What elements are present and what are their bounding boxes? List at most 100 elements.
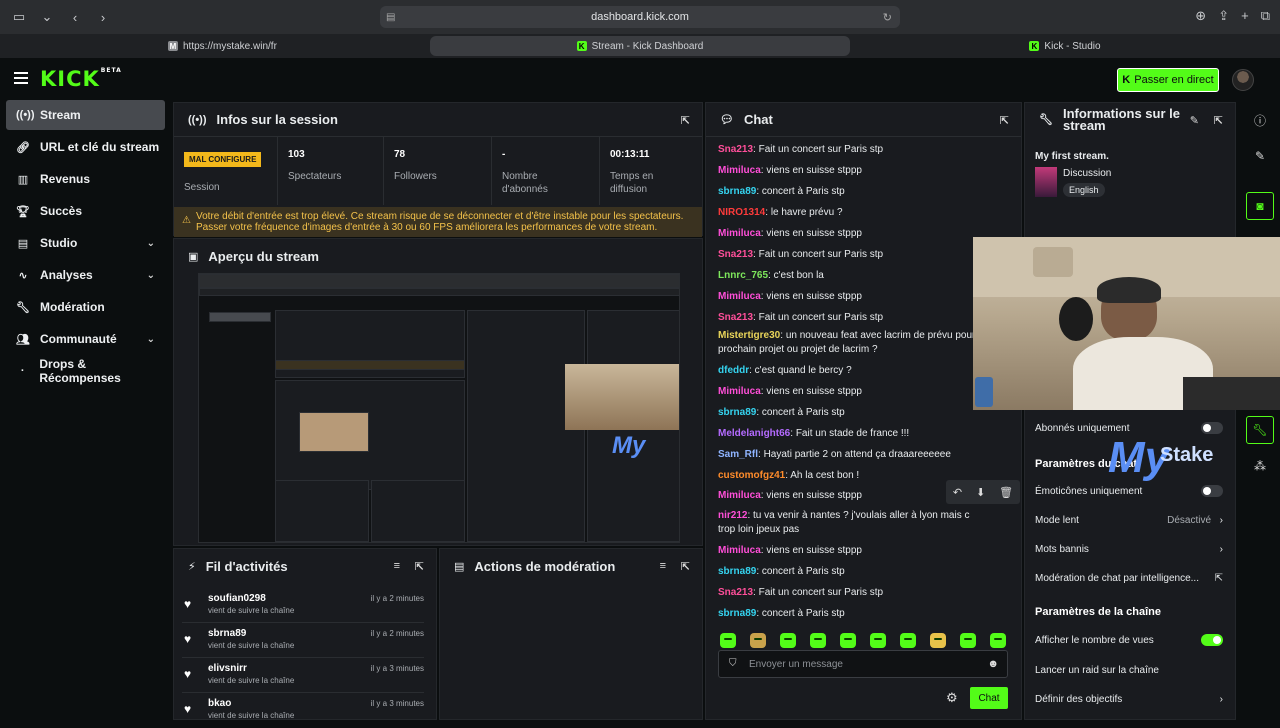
kick-logo[interactable]: KICKBETA bbox=[40, 67, 122, 91]
chat-username[interactable]: Sna213 bbox=[718, 587, 753, 598]
goals-row[interactable]: Définir des objectifs › bbox=[1035, 685, 1225, 713]
camera-icon[interactable]: ◙ bbox=[1246, 192, 1274, 220]
chat-message[interactable]: Mimiluca: viens en suisse stppp bbox=[718, 489, 978, 503]
ai-moderation-row[interactable]: Modération de chat par intelligence... ⇱ bbox=[1035, 564, 1225, 592]
emote-icon[interactable] bbox=[960, 633, 976, 648]
chat-username[interactable]: Mimiluca bbox=[718, 165, 761, 176]
pencil-icon[interactable]: ✎ bbox=[1246, 142, 1274, 170]
popout-icon[interactable]: ⇱ bbox=[415, 560, 424, 573]
gear-icon[interactable]: ⚙ bbox=[946, 690, 958, 706]
sidebar-item-revenue[interactable]: ▥ Revenus bbox=[6, 164, 165, 194]
chat-message[interactable]: Sna213: Fait un concert sur Paris stp bbox=[718, 586, 978, 600]
chat-username[interactable]: NIRO1314 bbox=[718, 207, 765, 218]
chat-username[interactable]: Sna213 bbox=[718, 249, 753, 260]
emoji-icon[interactable]: ☻ bbox=[987, 658, 999, 670]
chat-username[interactable]: sbrna89 bbox=[718, 608, 756, 619]
chat-message[interactable]: Mistertigre30: un nouveau feat avec lacr… bbox=[718, 329, 978, 357]
stream-preview-video[interactable] bbox=[198, 273, 680, 543]
chat-username[interactable]: sbrna89 bbox=[718, 407, 756, 418]
chat-message[interactable]: Sna213: Fait un concert sur Paris stp bbox=[718, 311, 978, 325]
emote-icon[interactable] bbox=[780, 633, 796, 648]
emote-icon[interactable] bbox=[990, 633, 1006, 648]
info-icon[interactable]: ⓘ bbox=[1246, 106, 1274, 134]
chat-username[interactable]: nir212 bbox=[718, 510, 747, 521]
chat-username[interactable]: Mimiluca bbox=[718, 228, 761, 239]
new-tab-icon[interactable]: + bbox=[1241, 8, 1249, 24]
chat-message[interactable]: sbrna89: concert à Paris stp bbox=[718, 406, 978, 420]
chat-message[interactable]: sbrna89: concert à Paris stp bbox=[718, 607, 978, 621]
chat-username[interactable]: Mimiluca bbox=[718, 386, 761, 397]
back-icon[interactable]: ‹ bbox=[66, 8, 84, 26]
emote-icon[interactable] bbox=[870, 633, 886, 648]
browser-tab-dashboard[interactable]: K Stream - Kick Dashboard bbox=[430, 36, 850, 56]
chat-message[interactable]: sbrna89: concert à Paris stp bbox=[718, 565, 978, 579]
browser-tab-mystake[interactable]: M https://mystake.win/fr bbox=[160, 36, 430, 56]
chat-username[interactable]: dfeddr bbox=[718, 365, 749, 376]
chat-message[interactable]: Mimiluca: viens en suisse stppp bbox=[718, 544, 978, 558]
sidebar-item-analytics[interactable]: ∿ Analyses ⌄ bbox=[6, 260, 165, 290]
chat-username[interactable]: sbrna89 bbox=[718, 186, 756, 197]
chat-username[interactable]: Mimiluca bbox=[718, 490, 761, 501]
popout-icon[interactable]: ⇱ bbox=[681, 114, 690, 127]
slow-mode-row[interactable]: Mode lent Désactivé › bbox=[1035, 506, 1225, 534]
category-name[interactable]: Discussion bbox=[1063, 168, 1111, 179]
chat-message[interactable]: Mimiluca: viens en suisse stppp bbox=[718, 227, 978, 241]
site-settings-icon[interactable]: ▤ bbox=[386, 12, 395, 23]
sidebar-item-achievements[interactable]: 🏆︎ Succès bbox=[6, 196, 165, 226]
popout-icon[interactable]: ⇱ bbox=[681, 560, 690, 573]
go-live-button[interactable]: K Passer en direct bbox=[1117, 68, 1219, 92]
chat-username[interactable]: Lnnrc_765 bbox=[718, 270, 768, 281]
sidebar-item-moderation[interactable]: 🔧︎ Modération bbox=[6, 292, 165, 322]
follower-name[interactable]: soufian0298 bbox=[208, 593, 266, 604]
edit-icon[interactable]: ✎ bbox=[1190, 114, 1199, 127]
sidebar-toggle-icon[interactable]: ▭ bbox=[10, 8, 28, 26]
sidebar-item-studio[interactable]: ▤ Studio ⌄ bbox=[6, 228, 165, 258]
wrench-icon[interactable]: 🔧︎ bbox=[1246, 416, 1274, 444]
avatar[interactable] bbox=[1232, 69, 1254, 91]
chat-username[interactable]: customofgz41 bbox=[718, 470, 785, 481]
emote-icon[interactable] bbox=[720, 633, 736, 648]
chat-message[interactable]: NIRO1314: le havre prévu ? bbox=[718, 206, 978, 220]
emote-icon[interactable] bbox=[750, 633, 766, 648]
send-chat-button[interactable]: Chat bbox=[970, 687, 1008, 709]
tab-overview-icon[interactable]: ⧉ bbox=[1261, 8, 1270, 24]
chat-username[interactable]: Sna213 bbox=[718, 144, 753, 155]
chevron-down-icon[interactable]: ⌄ bbox=[38, 8, 56, 26]
chat-username[interactable]: Sam_Rfl bbox=[718, 449, 758, 460]
chat-username[interactable]: sbrna89 bbox=[718, 566, 756, 577]
chat-message[interactable]: Sna213: Fait un concert sur Paris stp bbox=[718, 143, 978, 157]
pin-icon[interactable]: ⬇ bbox=[976, 486, 985, 499]
forward-icon[interactable]: › bbox=[94, 8, 112, 26]
chat-username[interactable]: Mimiluca bbox=[718, 545, 761, 556]
chat-username[interactable]: Sna213 bbox=[718, 312, 753, 323]
follower-name[interactable]: elivsnirr bbox=[208, 663, 247, 674]
browser-tab-studio[interactable]: K Kick - Studio bbox=[850, 36, 1280, 56]
chat-message[interactable]: Mimiluca: viens en suisse stppp bbox=[718, 164, 978, 178]
chat-input[interactable]: ⛉ Envoyer un message ☻ bbox=[718, 650, 1008, 678]
chat-message[interactable]: Sam_Rfl: Hayati partie 2 on attend ça dr… bbox=[718, 448, 978, 462]
filter-icon[interactable]: ≡ bbox=[394, 560, 400, 572]
sidebar-item-community[interactable]: 👥︎ Communauté ⌄ bbox=[6, 324, 165, 354]
reply-icon[interactable]: ↶ bbox=[953, 486, 962, 499]
sidebar-item-drops[interactable]: · Drops & Récompenses bbox=[6, 356, 165, 386]
address-bar[interactable]: ▤ dashboard.kick.com ↻ bbox=[380, 6, 900, 28]
subscribers-only-toggle[interactable] bbox=[1201, 422, 1223, 434]
emote-icon[interactable] bbox=[930, 633, 946, 648]
chat-username[interactable]: Mistertigre30 bbox=[718, 330, 780, 341]
sidebar-item-stream[interactable]: ((•)) Stream bbox=[6, 100, 165, 130]
chat-username[interactable]: Mimiluca bbox=[718, 291, 761, 302]
chat-message[interactable]: Mimiluca: viens en suisse stppp bbox=[718, 385, 978, 399]
popout-icon[interactable]: ⇱ bbox=[1000, 114, 1009, 127]
menu-icon[interactable] bbox=[14, 72, 28, 84]
chat-message[interactable]: customofgz41: Ah la cest bon ! bbox=[718, 469, 978, 483]
share-icon[interactable]: ⇪ bbox=[1218, 8, 1229, 24]
chat-message[interactable]: Lnnrc_765: c'est bon la bbox=[718, 269, 978, 283]
follower-name[interactable]: sbrna89 bbox=[208, 628, 246, 639]
chat-message[interactable]: sbrna89: concert à Paris stp bbox=[718, 185, 978, 199]
chat-message[interactable]: Sna213: Fait un concert sur Paris stp bbox=[718, 248, 978, 262]
download-icon[interactable]: ⊕ bbox=[1195, 8, 1206, 24]
chat-message[interactable]: dfeddr: c'est quand le bercy ? bbox=[718, 364, 978, 378]
follower-name[interactable]: bkao bbox=[208, 698, 231, 709]
emotes-only-toggle[interactable] bbox=[1201, 485, 1223, 497]
chat-message[interactable]: Meldelanight66: Fait un stade de france … bbox=[718, 427, 978, 441]
